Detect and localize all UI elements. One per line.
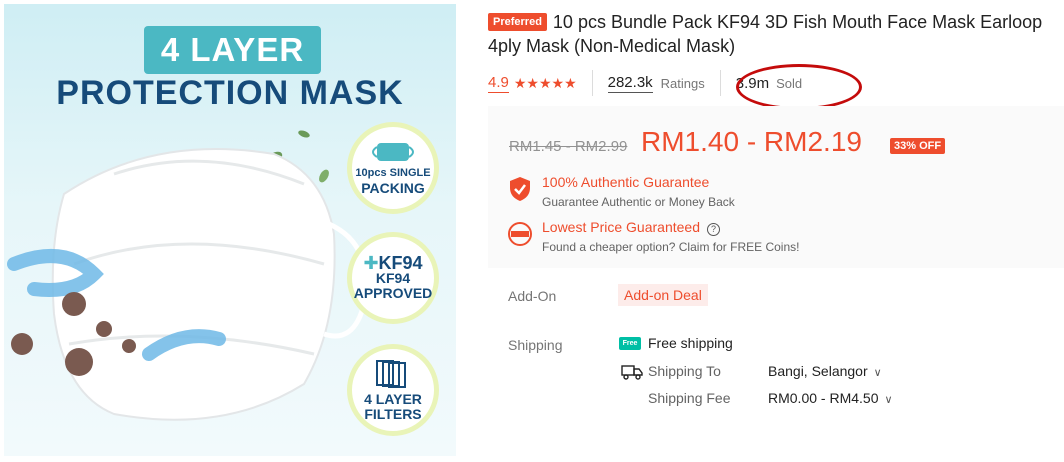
image-headline: PROTECTION MASK: [56, 74, 404, 112]
annotation-circle: [736, 64, 862, 110]
help-icon[interactable]: ?: [706, 223, 720, 236]
chevron-down-icon: ∨: [884, 394, 893, 406]
product-title: Preferred 10 pcs Bundle Pack KF94 3D Fish…: [488, 12, 1043, 56]
feature-badge-packing: 10pcs SINGLE PACKING: [347, 122, 439, 214]
addon-label: Add-On: [508, 288, 557, 304]
authentic-guarantee[interactable]: 100% Authentic Guarantee Guarantee Authe…: [508, 174, 735, 209]
chevron-down-icon: ∨: [873, 367, 882, 379]
free-shipping-icon: Free: [619, 336, 641, 350]
ratings-label: Ratings: [660, 75, 705, 91]
free-shipping: Free Free shipping: [619, 335, 733, 351]
ratings-count[interactable]: 282.3k: [607, 74, 653, 93]
mask-icon: [372, 142, 414, 161]
shipping-fee-dropdown[interactable]: RM0.00 - RM4.50 ∨: [768, 390, 893, 406]
shield-check-icon: [510, 177, 530, 201]
divider: [591, 70, 593, 96]
product-info: Preferred 10 pcs Bundle Pack KF94 3D Fish…: [488, 10, 1064, 406]
feature-badge-filters: 4 LAYER FILTERS: [347, 344, 439, 436]
shipping-to-label: Shipping To: [648, 363, 721, 379]
star-rating-icon: ★★★★★: [513, 74, 577, 91]
addon-deal-button[interactable]: Add-on Deal: [618, 284, 708, 306]
discount-badge: 33% OFF: [890, 138, 946, 154]
shipping-fee-label: Shipping Fee: [648, 390, 731, 406]
truck-icon: [621, 363, 643, 381]
filter-layers-icon: [376, 359, 406, 388]
feature-badge-kf94: ✚KF94 KF94 APPROVED: [347, 232, 439, 324]
lowest-price-icon: [508, 222, 532, 246]
shipping-to-dropdown[interactable]: Bangi, Selangor ∨: [768, 363, 882, 379]
rating-score[interactable]: 4.9: [488, 74, 509, 93]
shipping-label: Shipping: [508, 337, 563, 353]
original-price: RM1.45 - RM2.99: [509, 138, 628, 155]
divider: [719, 70, 721, 96]
lowest-price-guarantee[interactable]: Lowest Price Guaranteed? Found a cheaper…: [508, 219, 799, 254]
image-badge: 4 LAYER: [144, 26, 321, 74]
preferred-badge: Preferred: [488, 13, 547, 31]
price-section: RM1.45 - RM2.99 RM1.40 - RM2.19 33% OFF …: [488, 106, 1064, 268]
product-main-image[interactable]: 4 LAYER PROTECTION MASK 10pcs SINGLE PAC…: [4, 4, 456, 456]
current-price: RM1.40 - RM2.19: [641, 126, 862, 157]
kf94-logo: ✚KF94: [363, 252, 423, 273]
